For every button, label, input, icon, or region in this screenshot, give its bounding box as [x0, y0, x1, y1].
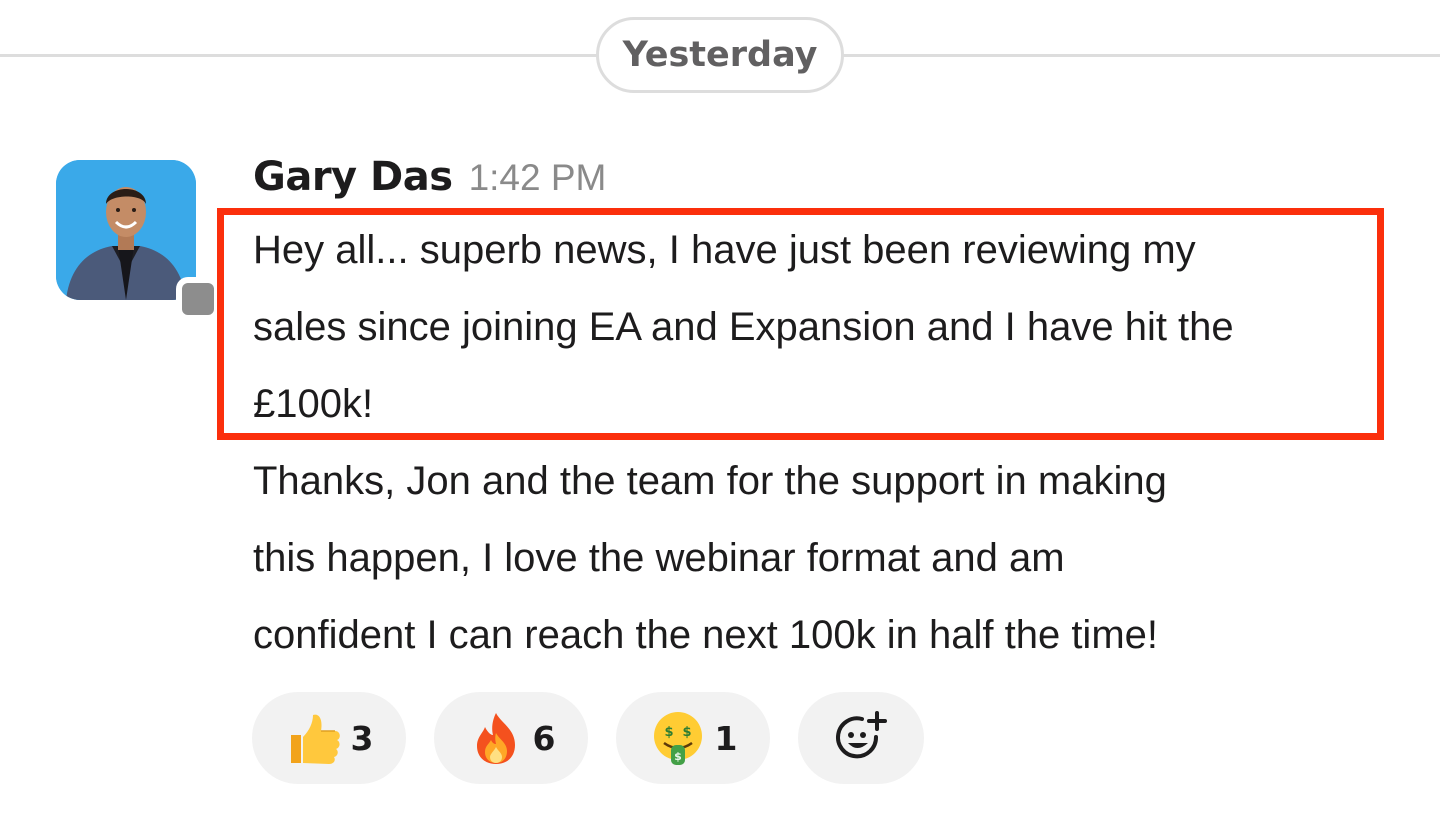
reaction-count: 1	[714, 718, 738, 758]
date-divider-label: Yesterday	[622, 35, 818, 75]
reaction-count: 3	[350, 718, 374, 758]
date-divider-button[interactable]: Yesterday	[596, 17, 844, 93]
message-line: Thanks, Jon and the team for the support…	[253, 459, 1167, 503]
avatar[interactable]	[56, 160, 196, 300]
sender-name[interactable]: Gary Das	[253, 154, 453, 200]
svg-text:$: $	[674, 750, 682, 763]
money-mouth-face-icon: $ $ $	[649, 709, 707, 767]
thumbs-up-icon	[285, 709, 343, 767]
highlight-annotation-box	[217, 208, 1384, 440]
reaction-count: 6	[532, 718, 556, 758]
reactions-bar: 3 6 $ $ $ 1	[252, 692, 924, 784]
svg-text:$: $	[664, 725, 673, 740]
message-line: this happen, I love the webinar format a…	[253, 536, 1065, 580]
reaction-money-mouth[interactable]: $ $ $ 1	[616, 692, 770, 784]
svg-text:$: $	[682, 725, 691, 740]
reaction-thumbs-up[interactable]: 3	[252, 692, 406, 784]
reaction-fire[interactable]: 6	[434, 692, 588, 784]
message-view: Yesterday Gary Das 1:42 PM Hey all... su…	[0, 0, 1440, 824]
fire-icon	[467, 709, 525, 767]
away-status-icon	[182, 283, 214, 315]
avatar-photo	[56, 160, 196, 300]
message-line: confident I can reach the next 100k in h…	[253, 613, 1158, 657]
message-timestamp[interactable]: 1:42 PM	[469, 157, 607, 199]
presence-indicator	[176, 277, 220, 321]
message-header: Gary Das 1:42 PM	[253, 154, 606, 214]
add-reaction-icon	[832, 709, 890, 767]
add-reaction-button[interactable]	[798, 692, 924, 784]
